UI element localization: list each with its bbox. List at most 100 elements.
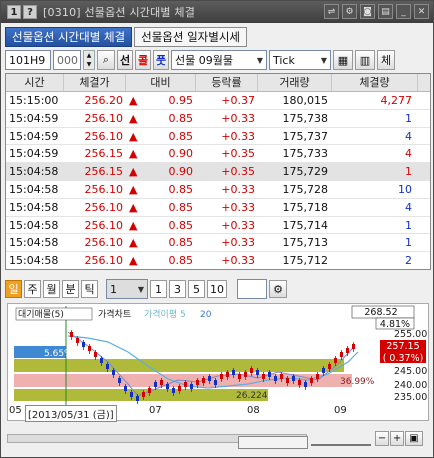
interval-10[interactable]: 10 [207,280,227,298]
period-week[interactable]: 주 [24,280,41,298]
table-row[interactable]: 15:04:58 256.10 ▲ 0.85 +0.33 175,713 1 [6,234,430,253]
header-change[interactable]: 대비 [126,74,196,91]
candle-body [286,378,289,383]
zoom-in-icon[interactable]: + [390,431,404,446]
tab-daily-quotes[interactable]: 선물옵션 일자별시세 [134,27,247,47]
help-icon[interactable]: ? [23,5,37,19]
link-icon[interactable]: ⇌ [324,4,339,19]
table-row[interactable]: 15:04:58 256.10 ▲ 0.85 +0.33 175,714 1 [6,217,430,235]
cell-change-value: 0.85 [168,236,194,250]
profile-pct-1: 5.65% [44,349,73,359]
volume-profile-bar [14,359,344,372]
zoom-out-icon[interactable]: − [375,431,389,446]
table-row[interactable]: 15:04:59 256.10 ▲ 0.85 +0.33 175,737 4 [6,128,430,146]
candle-body [106,364,109,369]
cell-price: 256.15 [84,165,124,179]
cell-volume: 175,714 [282,218,329,232]
chart-expand-icon[interactable]: ▣ [405,431,423,446]
scroll-thumb[interactable] [238,436,308,449]
cell-volume: 175,729 [282,165,329,179]
table-row[interactable]: 15:15:00 256.20 ▲ 0.95 +0.37 180,015 4,277 [6,92,430,110]
candle-body [118,378,121,383]
tab-timely-trades[interactable]: 선물옵션 시간대별 체결 [5,27,133,47]
interval-select[interactable]: 1 ▼ [106,279,148,299]
cell-rate: +0.37 [221,94,255,107]
code-input[interactable]: 101H9 [5,50,51,70]
table-row[interactable]: 15:04:59 256.10 ▲ 0.85 +0.33 175,738 1 [6,110,430,128]
header-qty[interactable]: 체결량 [332,74,418,91]
candle-body [130,392,133,397]
cell-time: 15:15:00 [9,94,59,107]
code-spinner[interactable]: ▲ ▼ [83,50,95,70]
spin-up-icon[interactable]: ▲ [84,51,94,60]
x-label-cursor-date: [2013/05/31 (금)] [25,405,117,422]
futures-button[interactable]: 선 [117,50,133,70]
cell-time: 15:04:58 [9,182,59,196]
up-arrow-icon: ▲ [129,200,138,214]
header-time[interactable]: 시간 [6,74,64,91]
candle-body [202,378,205,383]
candle-body [142,392,145,397]
profile-pct-3: 26.224 [236,391,268,401]
print-icon[interactable]: ▤ [378,4,393,19]
minimize-icon[interactable]: _ [396,4,411,19]
cell-rate: +0.33 [221,182,255,196]
chevron-down-icon: ▼ [137,284,144,294]
header-rate[interactable]: 등락률 [196,74,258,91]
candle-body [178,386,181,391]
close-icon[interactable]: ✕ [414,4,429,19]
table-row[interactable]: 15:04:59 256.15 ▲ 0.90 +0.35 175,733 4 [6,145,430,164]
up-arrow-icon: ▲ [129,147,138,161]
product-select[interactable]: 선물 09월물 ▼ [171,50,267,70]
tick-select[interactable]: Tick ▼ [269,50,331,70]
candle-body [100,358,103,363]
zoom-slider[interactable] [311,431,371,446]
period-tick[interactable]: 틱 [81,280,98,298]
candle-body [124,386,127,391]
chevron-down-icon: ▼ [256,55,263,65]
chart-settings-icon[interactable]: ⚙ [269,280,287,298]
camera-icon[interactable]: ◙ [360,4,375,19]
interval-5[interactable]: 5 [188,280,205,298]
table-row[interactable]: 15:04:58 256.10 ▲ 0.85 +0.33 175,728 10 [6,181,430,199]
table-row[interactable]: 15:04:58 256.10 ▲ 0.85 +0.33 175,712 2 [6,252,430,269]
cell-change-value: 0.85 [168,129,194,143]
cell-qty: 2 [405,254,412,268]
call-button[interactable]: 콜 [135,50,151,70]
cell-rate: +0.33 [221,236,255,250]
header-price[interactable]: 체결가 [64,74,126,91]
trade-button[interactable]: 체 [377,50,395,70]
sub-code-input[interactable]: 000 [53,50,81,70]
candle-body [346,348,349,353]
grid-view-icon[interactable]: ▦ [333,50,353,70]
up-arrow-icon: ▲ [129,254,138,268]
table-row[interactable]: 15:04:58 256.15 ▲ 0.90 +0.35 175,729 1 [6,163,430,181]
screen-number-badge[interactable]: 1 [7,5,21,19]
interval-select-value: 1 [110,282,117,296]
settings-icon[interactable]: ⚙ [342,4,357,19]
legend-ma5: 가격이평 5 [144,308,186,320]
search-icon[interactable]: ⌕ [97,50,115,70]
chart-scrollbar[interactable]: − + ▣ [7,431,429,449]
scroll-track[interactable] [7,434,308,449]
period-month[interactable]: 월 [43,280,60,298]
period-minute[interactable]: 분 [62,280,79,298]
price-chart[interactable]: 대기매물(5) 가격차트 가격이평 5 20 268.52 4.81% 255.… [7,303,429,421]
interval-3[interactable]: 3 [169,280,186,298]
custom-interval-input[interactable] [237,279,267,299]
header-volume[interactable]: 거래량 [258,74,332,91]
cell-change: ▲ 0.85 [126,252,196,269]
spin-down-icon[interactable]: ▼ [84,60,94,69]
period-day[interactable]: 일 [5,280,22,298]
interval-1[interactable]: 1 [150,280,167,298]
candle-body [274,376,277,381]
x-axis: 05 [2013/05/31 (금)] 07 08 09 [7,405,429,422]
chevron-down-icon: ▼ [320,55,327,65]
candle-body [136,396,139,401]
table-row[interactable]: 15:04:58 256.10 ▲ 0.85 +0.33 175,718 4 [6,199,430,217]
put-button[interactable]: 풋 [153,50,169,70]
candle-body [292,376,295,381]
chart-view-icon[interactable]: ▥ [355,50,375,70]
y-tick-255: 255.00 [394,329,427,340]
cell-change: ▲ 0.90 [126,163,196,180]
